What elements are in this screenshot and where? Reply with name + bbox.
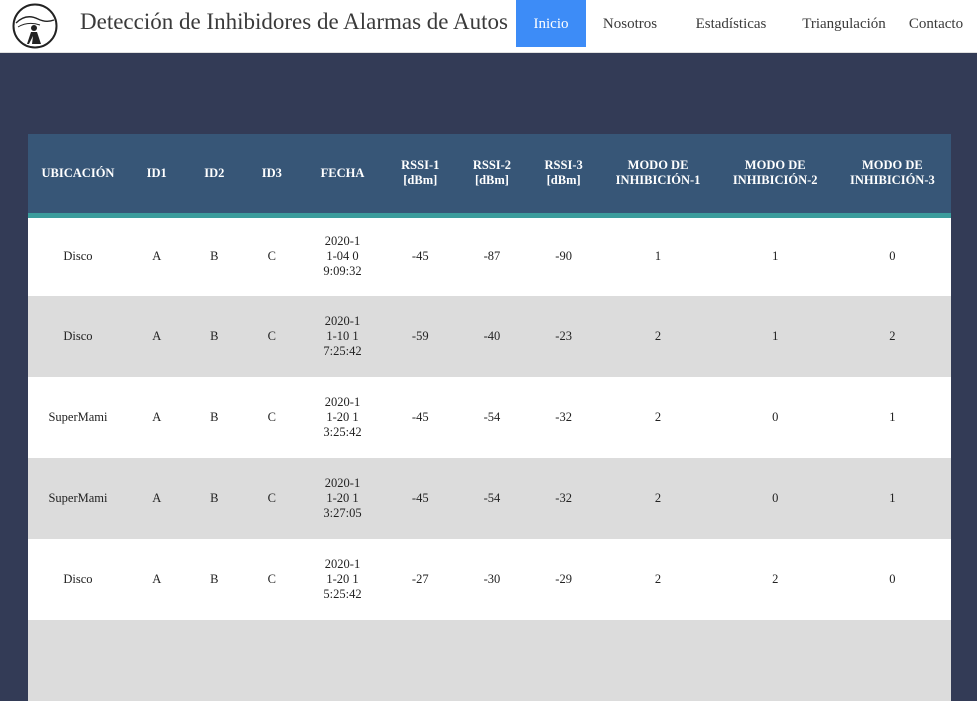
column-header: RSSI-2 [dBm] xyxy=(456,134,528,215)
table-cell: C xyxy=(267,572,276,586)
silhouette-logo-icon[interactable] xyxy=(12,3,58,49)
column-header: ID2 xyxy=(204,165,225,180)
table-cell: 2020-11-20 13:27:05 xyxy=(301,458,385,539)
table-cell: 2020-11-20 13:25:42 xyxy=(301,377,385,458)
table-cell: 2 xyxy=(654,410,662,424)
table-cell: Disco xyxy=(63,329,93,343)
table-cell: -45 xyxy=(411,491,429,505)
table-cell: A xyxy=(152,572,162,586)
table-cell: -40 xyxy=(483,329,501,343)
table-cell: 0 xyxy=(772,491,779,505)
table-cell-empty xyxy=(28,620,951,701)
records-table: UBICACIÓN ID1 ID2 ID3 FECHA RSSI-1 [dBm]… xyxy=(28,134,951,701)
column-header-label: RSSI-2 [dBm] xyxy=(472,158,512,188)
table-cell: SuperMami xyxy=(48,491,108,505)
column-header: MODO DE INHIBICIÓN-1 xyxy=(599,134,716,215)
table-cell: -30 xyxy=(483,572,501,586)
table-cell: 2 xyxy=(889,329,896,343)
site-title: Detección de Inhibidores de Alarmas de A… xyxy=(80,9,508,34)
main-nav: Inicio Nosotros Estadísticas Triangulaci… xyxy=(516,0,976,47)
table-cell: Disco xyxy=(63,572,93,586)
column-header: RSSI-1 [dBm] xyxy=(384,134,456,215)
table-cell: -90 xyxy=(555,249,572,264)
table-cell: 2 xyxy=(654,572,662,586)
table-cell: 1 xyxy=(772,249,779,264)
column-header: RSSI-3 [dBm] xyxy=(528,134,600,215)
table-cell: -32 xyxy=(555,491,572,505)
table-cell: 0 xyxy=(889,249,896,264)
top-navbar: Detección de Inhibidores de Alarmas de A… xyxy=(0,0,977,53)
table-cell: Disco xyxy=(63,249,93,264)
date-value: 2020-11-20 15:25:42 xyxy=(323,557,362,601)
table-row: Disco A B C 2020-11-10 17:25:42 -59 -40 … xyxy=(28,296,951,377)
column-header-label: MODO DE INHIBICIÓN-1 xyxy=(615,158,701,188)
column-header: MODO DE INHIBICIÓN-3 xyxy=(834,134,951,215)
table-cell: -32 xyxy=(555,410,572,424)
table-row: SuperMami A B C 2020-11-20 13:27:05 -45 … xyxy=(28,458,951,539)
table-cell: 0 xyxy=(889,572,896,586)
column-header-label: MODO DE INHIBICIÓN-2 xyxy=(732,158,818,188)
table-cell: -45 xyxy=(411,249,429,264)
table-cell: 1 xyxy=(889,491,896,505)
table-cell: B xyxy=(210,410,219,424)
table-cell: 0 xyxy=(772,410,779,424)
date-value: 2020-11-10 17:25:42 xyxy=(323,314,362,358)
table-cell: A xyxy=(152,410,162,424)
date-value: 2020-11-20 13:25:42 xyxy=(323,395,362,439)
table-body: Disco A B C 2020-11-04 09:09:32 -45 -87 … xyxy=(28,215,951,701)
table-cell: -27 xyxy=(411,572,429,586)
table-cell: 2 xyxy=(654,491,662,505)
table-cell: C xyxy=(267,329,276,343)
table-cell: A xyxy=(152,329,162,343)
table-cell: SuperMami xyxy=(48,410,108,424)
date-value: 2020-11-20 13:27:05 xyxy=(323,476,362,520)
table-cell: 2020-11-20 15:25:42 xyxy=(301,539,385,620)
table-cell: 1 xyxy=(772,329,779,343)
table-row: Disco A B C 2020-11-04 09:09:32 -45 -87 … xyxy=(28,215,951,296)
table-cell: 1 xyxy=(654,249,662,264)
nav-item-inicio[interactable]: Inicio xyxy=(516,0,586,47)
nav-item-nosotros[interactable]: Nosotros xyxy=(586,0,674,47)
table-cell: C xyxy=(267,249,276,264)
table-cell: A xyxy=(152,491,162,505)
date-value: 2020-11-04 09:09:32 xyxy=(323,234,362,279)
table-cell: 1 xyxy=(889,410,896,424)
column-header: MODO DE INHIBICIÓN-2 xyxy=(717,134,834,215)
table-cell: -59 xyxy=(411,329,429,343)
column-header-label: RSSI-1 [dBm] xyxy=(401,158,440,188)
nav-item-triangulacion[interactable]: Triangulación xyxy=(796,0,892,47)
nav-item-estadisticas[interactable]: Estadísticas xyxy=(679,0,783,47)
column-header: ID3 xyxy=(261,165,282,180)
column-header: ID1 xyxy=(146,165,167,180)
column-header-label: MODO DE INHIBICIÓN-3 xyxy=(850,158,935,188)
table-cell: -54 xyxy=(483,410,501,424)
records-table-container: UBICACIÓN ID1 ID2 ID3 FECHA RSSI-1 [dBm]… xyxy=(28,134,951,701)
table-row xyxy=(28,620,951,701)
table-cell: 2 xyxy=(772,572,779,586)
column-header: UBICACIÓN xyxy=(41,165,115,180)
table-cell: -45 xyxy=(411,410,429,424)
table-cell: 2020-11-10 17:25:42 xyxy=(301,296,385,377)
table-cell: 2 xyxy=(654,329,662,343)
table-cell: C xyxy=(267,491,276,505)
table-cell: -23 xyxy=(555,329,572,343)
table-cell: A xyxy=(152,249,162,264)
column-header: FECHA xyxy=(320,165,365,180)
table-cell: -29 xyxy=(555,572,572,586)
table-row: SuperMami A B C 2020-11-20 13:25:42 -45 … xyxy=(28,377,951,458)
column-header-label: RSSI-3 [dBm] xyxy=(544,158,583,188)
table-row: Disco A B C 2020-11-20 15:25:42 -27 -30 … xyxy=(28,539,951,620)
table-cell: 2020-11-04 09:09:32 xyxy=(301,215,385,296)
table-cell: B xyxy=(210,572,219,586)
table-cell: B xyxy=(210,491,219,505)
table-cell: C xyxy=(267,410,276,424)
table-header-row: UBICACIÓN ID1 ID2 ID3 FECHA RSSI-1 [dBm]… xyxy=(28,134,951,215)
nav-item-contacto[interactable]: Contacto xyxy=(896,0,976,47)
table-cell: -87 xyxy=(483,249,501,264)
table-cell: -54 xyxy=(483,491,501,505)
table-cell: B xyxy=(210,249,219,264)
table-cell: B xyxy=(210,329,219,343)
